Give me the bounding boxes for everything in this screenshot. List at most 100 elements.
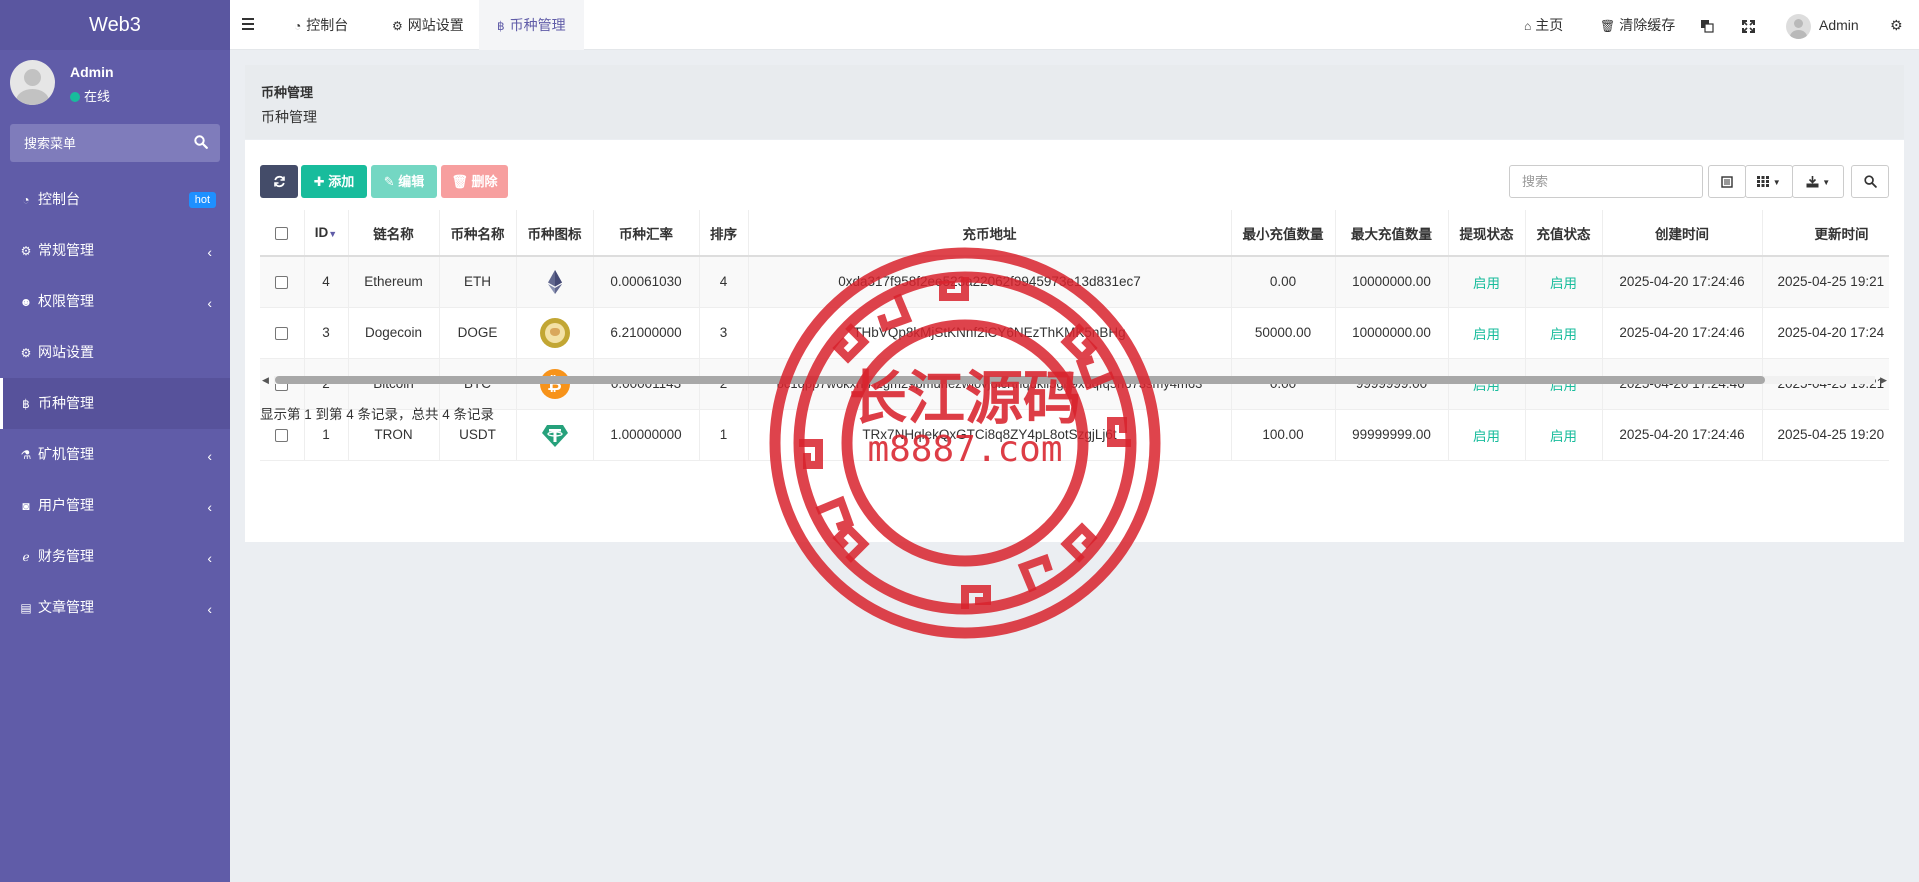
sidebar-toggle-icon[interactable] xyxy=(242,15,262,35)
column-header-max: 最大充值数量 xyxy=(1335,210,1449,257)
pencil-icon: ✎ xyxy=(383,174,399,189)
chevron-left-icon: ‹ xyxy=(207,550,212,566)
edit-button[interactable]: ✎ 编辑 xyxy=(371,165,437,198)
status-badge[interactable]: 启用 xyxy=(1448,307,1526,359)
scroll-left-icon[interactable]: ◀ xyxy=(262,373,269,387)
book-icon: ▤ xyxy=(20,601,32,615)
cogs-icon: ⚙ xyxy=(20,346,32,360)
fullscreen-icon[interactable] xyxy=(1742,0,1755,50)
download-icon xyxy=(1806,174,1822,188)
hot-badge: hot xyxy=(188,192,216,208)
avatar xyxy=(10,60,55,105)
trash-icon: 🗑 xyxy=(1600,19,1616,33)
column-header-coin: 币种名称 xyxy=(439,210,517,257)
chevron-left-icon: ‹ xyxy=(207,244,212,260)
chevron-left-icon: ‹ xyxy=(207,601,212,617)
tab-site-settings[interactable]: ⚙ 网站设置 xyxy=(374,0,482,50)
sidebar-item-finance[interactable]: ℯ 财务管理 ‹ xyxy=(0,531,230,582)
topbar: ◔ 控制台 ⚙ 网站设置 ฿币种管理 ⌂ 主页 🗑 清除缓存 Admin ⚙ xyxy=(230,0,1919,50)
column-header-icon: 币种图标 xyxy=(516,210,594,257)
row-checkbox[interactable] xyxy=(260,307,305,359)
column-header-deposit: 充值状态 xyxy=(1525,210,1603,257)
chevron-left-icon: ‹ xyxy=(207,448,212,464)
status-badge[interactable]: 启用 xyxy=(1525,409,1603,461)
column-header-withdraw: 提现状态 xyxy=(1448,210,1526,257)
sidebar-item-general[interactable]: ⚙ 常规管理 ‹ xyxy=(0,225,230,276)
scrollbar-thumb[interactable] xyxy=(275,376,1765,384)
translate-icon[interactable] xyxy=(1700,0,1714,50)
refresh-button[interactable] xyxy=(260,165,298,198)
table-row[interactable]: 1 TRON USDT 1.00000000 1 TRx7NHqlekQxGTC… xyxy=(260,409,1889,461)
dogecoin-icon xyxy=(539,317,570,348)
sidebar-item-coins[interactable]: ฿币种管理 xyxy=(0,378,230,429)
toggle-view-icon[interactable] xyxy=(1708,165,1746,198)
online-dot-icon xyxy=(70,92,80,102)
cogs-icon: ⚙ xyxy=(392,19,403,33)
add-button[interactable]: ✚ 添加 xyxy=(301,165,367,198)
chevron-left-icon: ‹ xyxy=(207,295,212,311)
ethereum-icon xyxy=(547,269,562,294)
admin-menu[interactable]: Admin xyxy=(1786,0,1859,50)
dashboard-icon: ◔ xyxy=(294,19,302,33)
column-header-sort: 排序 xyxy=(699,210,749,257)
instagram-icon: ◙ xyxy=(22,499,30,513)
export-dropdown[interactable]: ▼ xyxy=(1792,165,1844,198)
column-header-address: 充币地址 xyxy=(748,210,1232,257)
brand-logo[interactable]: Web3 xyxy=(0,0,230,50)
settings-gear-icon[interactable]: ⚙ xyxy=(1890,0,1903,50)
sidebar-item-site-settings[interactable]: ⚙ 网站设置 xyxy=(0,327,230,378)
search-icon[interactable] xyxy=(194,135,208,152)
tab-coins[interactable]: ฿币种管理 xyxy=(479,0,584,50)
table-search-input[interactable] xyxy=(1509,165,1703,198)
user-status: 在线 xyxy=(70,86,110,105)
sidebar-item-dashboard[interactable]: ◔ 控制台 hot xyxy=(0,174,230,225)
sidebar-item-users[interactable]: ◙ 用户管理 ‹ xyxy=(0,480,230,531)
table-header-row: ID▼ 链名称 币种名称 币种图标 币种汇率 排序 充币地址 最小充值数量 最大… xyxy=(260,210,1889,257)
data-table: ID▼ 链名称 币种名称 币种图标 币种汇率 排序 充币地址 最小充值数量 最大… xyxy=(260,210,1889,475)
search-button[interactable] xyxy=(1851,165,1889,198)
tab-dashboard[interactable]: ◔ 控制台 xyxy=(276,0,366,50)
status-badge[interactable]: 启用 xyxy=(1525,307,1603,359)
chevron-left-icon: ‹ xyxy=(207,499,212,515)
column-header-updated: 更新时间 xyxy=(1762,210,1889,257)
internet-explorer-icon: ℯ xyxy=(22,550,30,564)
sidebar-item-miners[interactable]: ⚗ 矿机管理 ‹ xyxy=(0,429,230,480)
table-row[interactable]: 4 Ethereum ETH 0.00061030 4 0xda317f958f… xyxy=(260,256,1889,308)
sidebar-menu: ◔ 控制台 hot ⚙ 常规管理 ‹ ☻ 权限管理 ‹ ⚙ 网站设置 ฿币种管理 ⚗ 矿机… xyxy=(0,174,230,633)
column-header-id[interactable]: ID▼ xyxy=(304,210,349,257)
home-link[interactable]: ⌂ 主页 xyxy=(1524,0,1563,50)
column-header-min: 最小充值数量 xyxy=(1231,210,1336,257)
select-all-checkbox[interactable] xyxy=(260,210,305,257)
clear-cache-button[interactable]: 🗑 清除缓存 xyxy=(1600,0,1675,50)
table-row[interactable]: 3 Dogecoin DOGE 6.21000000 3 THbVQp8kMjS… xyxy=(260,307,1889,359)
sort-desc-icon: ▼ xyxy=(328,229,338,239)
scroll-right-icon[interactable]: ▶ xyxy=(1880,373,1887,387)
home-icon: ⌂ xyxy=(1524,19,1532,33)
sidebar: Web3 Admin 在线 ◔控制台 hot ⚙常规管理 ‹ ☻权限管理 ‹ ⚙… xyxy=(0,0,230,882)
column-header-chain: 链名称 xyxy=(348,210,440,257)
search-icon xyxy=(1863,175,1877,189)
page-title: 币种管理 xyxy=(261,85,314,100)
bitcoin-icon: ฿ xyxy=(22,397,30,411)
delete-button[interactable]: 🗑 删除 xyxy=(441,165,508,198)
tether-icon xyxy=(541,424,568,447)
sidebar-item-articles[interactable]: ▤ 文章管理 ‹ xyxy=(0,582,230,633)
group-icon: ☻ xyxy=(19,295,33,309)
row-checkbox[interactable] xyxy=(260,256,305,308)
refresh-icon xyxy=(273,175,285,188)
grid-icon xyxy=(1757,174,1772,188)
trash-icon: 🗑 xyxy=(451,174,472,189)
sidebar-search-input[interactable] xyxy=(10,124,180,162)
status-badge[interactable]: 启用 xyxy=(1448,409,1526,461)
user-name: Admin xyxy=(70,64,114,80)
bitcoin-icon: ฿ xyxy=(497,19,505,33)
status-badge[interactable]: 启用 xyxy=(1448,256,1526,308)
user-panel: Admin 在线 xyxy=(0,50,230,120)
content-panel: ✚ 添加 ✎ 编辑 🗑 删除 ▼ ▼ ID▼ 链名称 xyxy=(245,140,1904,542)
sidebar-item-auth[interactable]: ☻ 权限管理 ‹ xyxy=(0,276,230,327)
status-badge[interactable]: 启用 xyxy=(1525,256,1603,308)
cogs-icon: ⚙ xyxy=(20,244,32,258)
horizontal-scrollbar[interactable]: ◀ ▶ xyxy=(260,373,1889,387)
flask-icon: ⚗ xyxy=(20,448,32,462)
columns-dropdown[interactable]: ▼ xyxy=(1745,165,1793,198)
